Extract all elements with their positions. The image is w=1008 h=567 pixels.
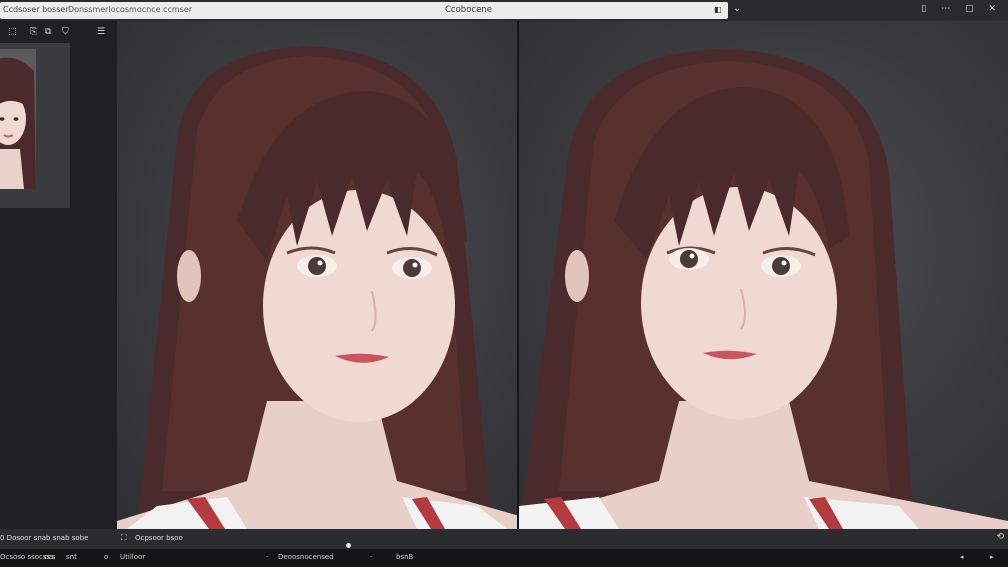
status-item[interactable]: Utilloor	[120, 553, 145, 561]
status-item[interactable]: Deoosnocensed	[278, 553, 334, 561]
frame-icon[interactable]: ⬚	[8, 27, 17, 37]
bottom-status-bar: Ocsoso ssocsss ccs snt o Utilloor · Deoo…	[0, 549, 1008, 567]
portrait-image-right	[519, 49, 1008, 529]
timeline-slider-handle[interactable]	[346, 543, 351, 548]
sidebar-toolbar: ⬚ ⎘ ⧉ ⛉ ☰	[0, 23, 117, 43]
address-text: Donssmerlocosmocnce ccmser	[68, 5, 193, 14]
prev-icon[interactable]: ◂	[960, 553, 964, 561]
status-item[interactable]: snt	[66, 553, 77, 561]
menu-icon[interactable]: ☰	[97, 27, 105, 37]
filter-icon[interactable]: ⛉	[62, 27, 69, 37]
preview-panel-right[interactable]	[519, 21, 1008, 529]
thumbnail-portrait	[0, 49, 36, 189]
address-label: Ccdsoser bosser	[3, 5, 69, 14]
preview-panel-left[interactable]	[117, 21, 517, 529]
status-item[interactable]: o	[104, 553, 108, 561]
status-item: ·	[370, 553, 373, 561]
duplicate-icon[interactable]: ⧉	[45, 27, 51, 37]
document-title: Ccobocene	[445, 5, 492, 15]
sidebar-status-text: 0 Dosoor snab snab sobe	[0, 534, 89, 542]
status-item: ·	[266, 553, 269, 561]
image-thumbnail[interactable]	[0, 43, 36, 191]
address-bar[interactable]: Ccdsoser bosser Donssmerlocosmocnce ccms…	[0, 2, 728, 19]
sidebar-panel: ⬚ ⎘ ⧉ ⛉ ☰	[0, 21, 117, 529]
status-item[interactable]: ccs	[44, 553, 55, 561]
status-item[interactable]: bsnB	[396, 553, 413, 561]
canvas-status-bar: 0 Dosoor snab snab sobe ⛶ Ocpsoor bsoo ⟲	[0, 529, 1008, 549]
image-canvas[interactable]	[117, 21, 1008, 529]
next-icon[interactable]: ▸	[990, 553, 994, 561]
panel-toggle-icon[interactable]: ◧	[714, 5, 722, 15]
refresh-icon[interactable]: ⟲	[996, 532, 1004, 542]
canvas-status-text: Ocpsoor bsoo	[135, 534, 183, 542]
chevron-down-icon[interactable]: ⌄	[733, 3, 741, 14]
top-toolbar: Ccdsoser bosser Donssmerlocosmocnce ccms…	[0, 0, 1008, 21]
portrait-image-left	[117, 46, 517, 529]
window-controls[interactable]: ▯ ⋯ ▢ ✕	[921, 4, 1002, 14]
copy-icon[interactable]: ⎘	[30, 27, 37, 37]
zoom-icon[interactable]: ⛶	[121, 533, 127, 543]
